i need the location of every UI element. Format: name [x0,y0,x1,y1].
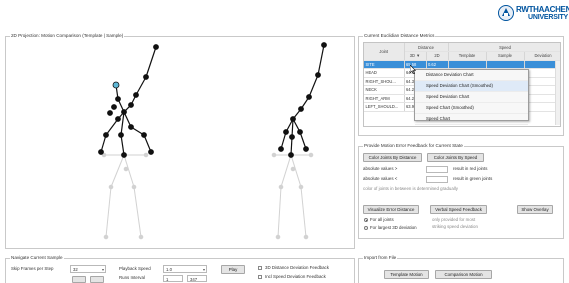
navigate-panel: Navigate Current Sample Skip Frames per … [5,255,355,283]
template-skeleton [98,44,159,158]
verbal-note-line1: only provided for most [432,217,476,222]
play-button[interactable]: Play [221,265,245,274]
metrics-title: Current Euclidian Distance Metrics [363,33,436,39]
color-by-distance-button[interactable]: Color Joints By Distance [363,153,422,162]
col-header-2d[interactable]: 2D [426,51,449,61]
sample-ghost-skeleton [271,152,314,240]
show-overlay-button[interactable]: Show Overlay [517,205,553,214]
logo-emblem-icon [498,5,514,21]
skeleton-canvas[interactable] [6,37,354,248]
template-ghost-skeleton [101,152,149,240]
menu-item-speed-chart-smoothed[interactable]: Speed Chart (Smoothed) [415,103,528,114]
visualize-error-distance-button[interactable]: Visualize Error Distance [363,205,419,214]
feedback-panel: Provide Motion Error Feedback for Curren… [358,143,564,239]
menu-item-speed-deviation-chart[interactable]: Speed Deviation Chart [415,92,528,103]
col-header-sample[interactable]: Sample [486,51,525,61]
menu-item-speed-deviation-chart-smoothed[interactable]: Speed Deviation Chart (Smoothed) [415,81,528,92]
logo-text-line2: UNIVERSITY [528,14,569,21]
runs-interval-label: Runs Interval [119,275,145,280]
runs-from-input[interactable]: 1 [163,274,183,282]
chevron-down-icon: ▾ [101,267,104,272]
group-header-distance: Distance [404,43,449,52]
comparison-motion-button[interactable]: Comparison Motion [435,270,492,279]
sample-skeleton [278,42,327,158]
chevron-down-icon: ▾ [202,267,205,272]
mouse-cursor-icon [410,65,416,74]
col-header-template[interactable]: Template [448,51,487,61]
logo-text-line1: RWTHAACHEN [516,5,569,14]
menu-item-speed-chart[interactable]: Speed Chart [415,114,528,125]
col-header-joint[interactable]: Joint [364,43,405,61]
speed-feedback-label: Incl Speed Deviation Feedback [265,274,326,279]
template-highlight-joint-icon [112,81,120,89]
sort-indicator-icon: ▼ [416,53,421,59]
radio-all-joints-label: For all joints [370,217,394,222]
verbal-note-line2: striking speed deviation [432,224,478,229]
runs-to-input[interactable]: 347 [187,274,207,282]
feedback-title: Provide Motion Error Feedback for Curren… [363,143,464,149]
import-title: Import from File [363,255,398,261]
table-row[interactable]: SITE 65.58 0.62 [364,60,560,69]
step-forward-button[interactable] [90,276,104,283]
skip-frames-label: Skip Frames per Step [11,266,54,271]
distance-feedback-label: 3D Distance Deviation Feedback [265,265,329,270]
skip-frames-select[interactable]: 32 ▾ [70,265,106,273]
col-header-deviation[interactable]: Deviation [524,51,560,61]
abs-threshold-upper-result: result in red joints [453,166,488,171]
university-logo: RWTHAACHEN UNIVERSITY [498,3,569,25]
navigate-title: Navigate Current Sample [10,255,64,261]
abs-threshold-upper-label: absolute values > [363,166,398,171]
menu-item-distance-deviation-chart[interactable]: Distance Deviation Chart [415,70,528,81]
group-header-speed: Speed [448,43,560,52]
distance-feedback-checkbox[interactable] [258,266,262,270]
abs-threshold-upper-input[interactable] [426,165,448,173]
import-panel: Import from File Template Motion Compari… [358,255,564,283]
col-header-3d[interactable]: 3D ▼ [404,51,427,61]
template-motion-button[interactable]: Template Motion [384,270,429,279]
verbal-speed-feedback-button[interactable]: Verbal Speed Feedback [430,205,487,214]
radio-all-joints[interactable] [364,218,368,222]
radio-largest-deviation-label: For largest 3D deviation [370,225,417,230]
table-scrollbar[interactable] [555,61,560,125]
playback-speed-select[interactable]: 1.0 ▾ [163,265,207,273]
abs-threshold-lower-input[interactable] [426,175,448,183]
abs-threshold-lower-label: absolute values < [363,176,398,181]
gradual-color-note: color of joints in between is determined… [363,186,458,191]
projection-panel: 2D Projection: Motion Comparison (Templa… [5,33,355,249]
color-by-speed-button[interactable]: Color Joints By Speed [427,153,484,162]
radio-largest-deviation[interactable] [364,226,368,230]
step-back-button[interactable] [72,276,86,283]
speed-feedback-checkbox[interactable] [258,275,262,279]
playback-speed-label: Playback Speed [119,266,151,271]
abs-threshold-lower-result: result in green joints [453,176,493,181]
context-menu[interactable]: Distance Deviation Chart Speed Deviation… [414,69,529,125]
